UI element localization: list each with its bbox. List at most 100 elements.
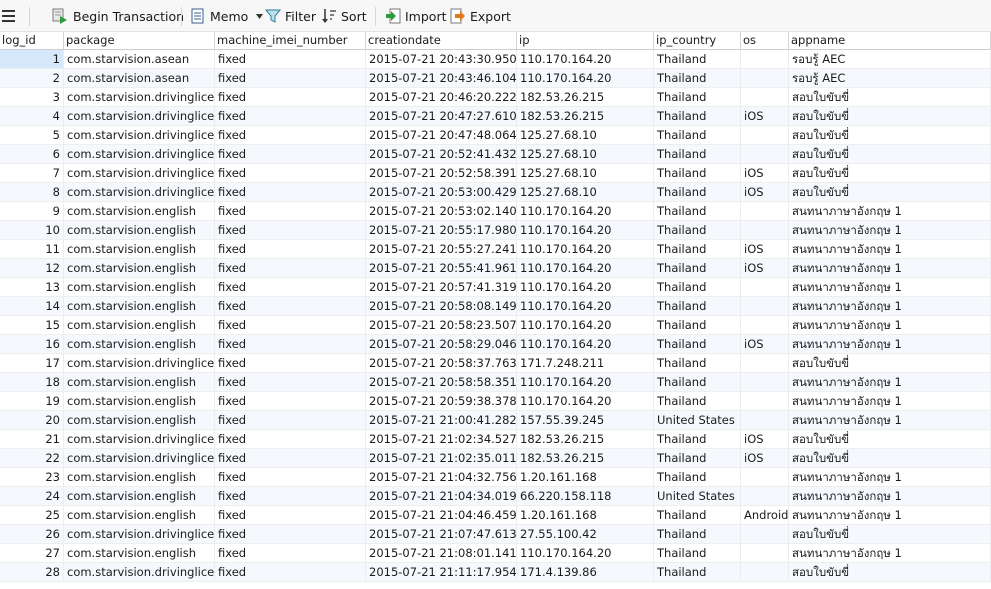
table-cell-package[interactable]: com.starvision.english [64,373,215,391]
table-cell-ip-country[interactable]: Thailand [654,392,741,410]
table-cell-machine-imei-number[interactable]: fixed [215,183,366,201]
table-cell-appname[interactable]: สนทนาภาษาอังกฤษ 1 [789,335,991,353]
table-cell-os[interactable] [741,544,789,562]
table-row[interactable]: 16 com.starvision.english fixed 2015-07-21 … [0,335,991,354]
table-cell-machine-imei-number[interactable]: fixed [215,221,366,239]
table-cell-machine-imei-number[interactable]: fixed [215,354,366,372]
table-cell-machine-imei-number[interactable]: fixed [215,316,366,334]
table-cell-appname[interactable]: สอบใบขับขี่ [789,183,991,201]
table-cell-os[interactable] [741,563,789,581]
table-cell-log-id[interactable]: 9 [0,202,64,220]
table-cell-ip-country[interactable]: Thailand [654,525,741,543]
table-cell-ip[interactable]: 182.53.26.215 [517,449,654,467]
table-cell-package[interactable]: com.starvision.english [64,506,215,524]
table-cell-creationdate[interactable]: 2015-07-21 20:58:29.046086 [366,335,517,353]
table-cell-ip[interactable]: 110.170.164.20 [517,240,654,258]
table-row[interactable]: 7com.starvision.drivinglicensefixed2015-… [0,164,991,183]
table-cell-log-id[interactable]: 14 [0,297,64,315]
table-cell-ip[interactable]: 110.170.164.20 [517,335,654,353]
table-cell-os[interactable] [741,392,789,410]
table-cell-package[interactable]: com.starvision.drivinglicense [64,107,215,125]
table-cell-os[interactable] [741,202,789,220]
table-cell-package[interactable]: com.starvision.english [64,240,215,258]
table-cell-log-id[interactable]: 20 [0,411,64,429]
table-cell-appname[interactable]: สนทนาภาษาอังกฤษ 1 [789,221,991,239]
table-cell-log-id[interactable]: 28 [0,563,64,581]
table-cell-ip[interactable]: 110.170.164.20 [517,392,654,410]
table-cell-log-id[interactable]: 2 [0,69,64,87]
table-row[interactable]: 24 com.starvision.english fixed 2015-07-21 … [0,487,991,506]
table-cell-creationdate[interactable]: 2015-07-21 20:43:46.104897 [366,69,517,87]
table-cell-package[interactable]: com.starvision.english [64,335,215,353]
table-cell-log-id[interactable]: 18 [0,373,64,391]
sort-button[interactable]: Sort [321,0,367,32]
table-cell-ip[interactable]: 110.170.164.20 [517,221,654,239]
begin-transaction-button[interactable]: Begin Transaction [52,0,184,32]
table-cell-os[interactable] [741,126,789,144]
table-cell-machine-imei-number[interactable]: fixed [215,487,366,505]
table-cell-ip-country[interactable]: Thailand [654,563,741,581]
table-cell-ip[interactable]: 110.170.164.20 [517,50,654,68]
table-cell-creationdate[interactable]: 2015-07-21 21:04:32.756258 [366,468,517,486]
table-cell-ip[interactable]: 110.170.164.20 [517,297,654,315]
table-cell-os[interactable] [741,278,789,296]
table-cell-os[interactable] [741,69,789,87]
table-row[interactable]: 27 com.starvision.english fixed 2015-07-21 … [0,544,991,563]
table-cell-ip-country[interactable]: Thailand [654,468,741,486]
table-cell-package[interactable]: com.starvision.english [64,202,215,220]
table-cell-ip-country[interactable]: Thailand [654,373,741,391]
table-row[interactable]: 17com.starvision.drivinglicensefixed2015… [0,354,991,373]
table-row[interactable]: 11 com.starvision.english fixed 2015-07-21 … [0,240,991,259]
table-cell-package[interactable]: com.starvision.english [64,487,215,505]
table-row[interactable]: 18 com.starvision.english fixed 2015-07-21 … [0,373,991,392]
table-cell-machine-imei-number[interactable]: fixed [215,50,366,68]
table-row[interactable]: 19 com.starvision.english fixed 2015-07-21 … [0,392,991,411]
table-cell-creationdate[interactable]: 2015-07-21 20:47:48.064872 [366,126,517,144]
table-cell-log-id[interactable]: 16 [0,335,64,353]
table-cell-appname[interactable]: สนทนาภาษาอังกฤษ 1 [789,487,991,505]
table-cell-creationdate[interactable]: 2015-07-21 20:46:20.222637 [366,88,517,106]
table-cell-ip[interactable]: 125.27.68.10 [517,164,654,182]
table-cell-machine-imei-number[interactable]: fixed [215,544,366,562]
table-row[interactable]: 5com.starvision.drivinglicensefixed2015-… [0,126,991,145]
table-cell-ip-country[interactable]: Thailand [654,164,741,182]
export-button[interactable]: Export [450,0,511,32]
table-cell-machine-imei-number[interactable]: fixed [215,107,366,125]
table-cell-log-id[interactable]: 1 [0,50,64,68]
table-cell-creationdate[interactable]: 2015-07-21 20:52:41.432684 [366,145,517,163]
table-cell-log-id[interactable]: 24 [0,487,64,505]
table-cell-log-id[interactable]: 6 [0,145,64,163]
table-cell-ip-country[interactable]: Thailand [654,50,741,68]
table-cell-ip-country[interactable]: Thailand [654,354,741,372]
table-cell-ip-country[interactable]: United States [654,487,741,505]
table-cell-log-id[interactable]: 3 [0,88,64,106]
table-cell-machine-imei-number[interactable]: fixed [215,164,366,182]
column-header-package[interactable]: package [64,32,215,49]
table-cell-ip-country[interactable]: Thailand [654,107,741,125]
table-cell-machine-imei-number[interactable]: fixed [215,468,366,486]
table-cell-ip[interactable]: 110.170.164.20 [517,259,654,277]
table-cell-ip-country[interactable]: Thailand [654,278,741,296]
table-cell-ip-country[interactable]: Thailand [654,544,741,562]
table-cell-ip-country[interactable]: Thailand [654,202,741,220]
table-cell-log-id[interactable]: 10 [0,221,64,239]
table-row[interactable]: 28com.starvision.drivinglicensefixed2015… [0,563,991,582]
table-cell-appname[interactable]: สนทนาภาษาอังกฤษ 1 [789,468,991,486]
table-cell-ip-country[interactable]: Thailand [654,240,741,258]
table-cell-os[interactable] [741,88,789,106]
table-cell-creationdate[interactable]: 2015-07-21 20:59:38.378482 [366,392,517,410]
table-cell-package[interactable]: com.starvision.english [64,297,215,315]
table-row[interactable]: 4com.starvision.drivinglicensefixed2015-… [0,107,991,126]
table-cell-machine-imei-number[interactable]: fixed [215,525,366,543]
table-cell-package[interactable]: com.starvision.english [64,411,215,429]
table-cell-creationdate[interactable]: 2015-07-21 20:43:30.950245 [366,50,517,68]
table-row[interactable]: 1 com.starvision.asean fixed 2015-07-21 20:… [0,50,991,69]
table-cell-machine-imei-number[interactable]: fixed [215,297,366,315]
table-cell-creationdate[interactable]: 2015-07-21 21:11:17.954901 [366,563,517,581]
table-cell-package[interactable]: com.starvision.drivinglicense [64,145,215,163]
table-cell-os[interactable] [741,50,789,68]
column-header-ip[interactable]: ip [517,32,654,49]
table-cell-package[interactable]: com.starvision.asean [64,50,215,68]
table-row[interactable]: 26com.starvision.drivinglicensefixed2015… [0,525,991,544]
import-button[interactable]: Import [385,0,447,32]
